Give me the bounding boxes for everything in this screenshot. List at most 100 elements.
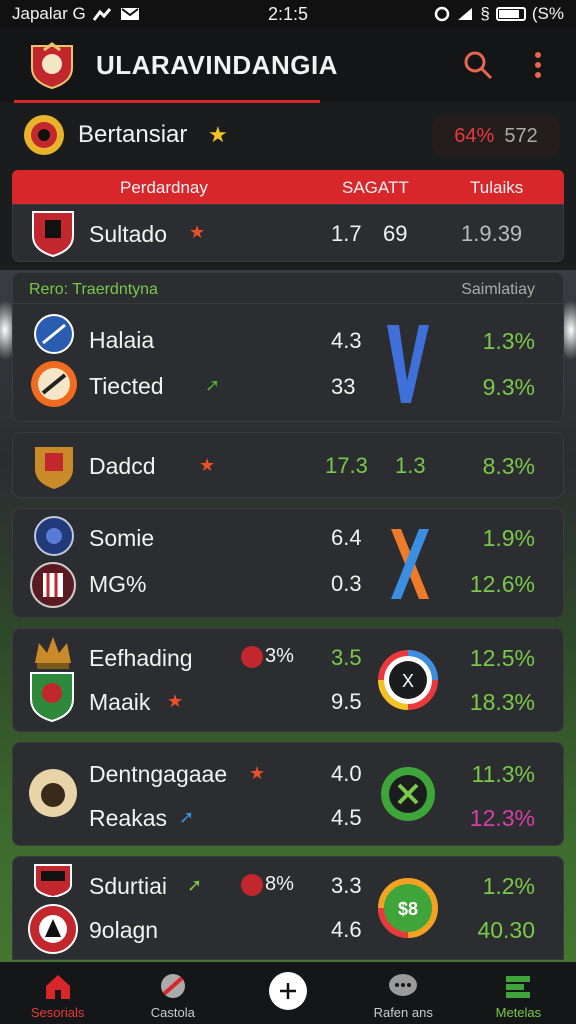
away-score: 33	[331, 374, 356, 399]
team-home-name: Eefhading	[89, 645, 193, 671]
fire-icon: ★	[189, 222, 206, 242]
match-card-4[interactable]: Eefhading Maaik ★ 3% 3.5 9.5 X 12.5% 18.…	[12, 628, 564, 732]
home-score: 3.5	[331, 645, 362, 670]
score-value-2: 69	[383, 221, 408, 246]
match-card-1[interactable]: Rero: Traerdntyna Saimlatiay Halaia Tiec…	[12, 272, 565, 422]
percent-badge: 8%	[241, 873, 294, 896]
trend-icon: ➚	[205, 375, 221, 395]
chat-icon	[389, 974, 418, 996]
score-value-2: 1.3	[395, 453, 426, 478]
percent-badge: 3%	[241, 645, 294, 668]
trend-icon: ➚	[187, 875, 203, 895]
search-button[interactable]	[458, 45, 498, 85]
more-vertical-icon	[535, 52, 541, 78]
fire-icon: ★	[199, 455, 216, 475]
away-percent: 12.6%	[469, 571, 535, 597]
home-percent: 11.3%	[471, 761, 535, 787]
team-crest-flag-icon	[34, 864, 72, 897]
tab-home[interactable]: Sesorials	[0, 962, 115, 1024]
tab-matches[interactable]: Castola	[115, 962, 230, 1024]
away-percent: 40.30	[477, 917, 535, 943]
pill-count: 572	[504, 124, 538, 147]
pill-value: 64%	[454, 124, 495, 147]
versus-ring-green-icon	[381, 767, 435, 821]
match-card-3[interactable]: Somie MG% 6.4 0.3 1.9% 12.6%	[12, 508, 564, 618]
status-time: 2:1:5	[267, 3, 309, 24]
group-right-label: Saimlatiay	[461, 281, 535, 298]
club-crest-logo[interactable]	[26, 40, 78, 90]
team-badge-striped-icon	[30, 562, 76, 608]
versus-ring-gold-icon: $8	[378, 878, 438, 938]
versus-mark-icon	[387, 325, 429, 403]
team-badge-cream-icon	[29, 769, 77, 817]
odds-percent: 8.3%	[482, 453, 535, 479]
star-icon: ★	[208, 122, 228, 147]
battery-icon	[495, 7, 526, 21]
team-badge-navy-icon	[34, 516, 74, 556]
plus-icon	[280, 983, 296, 999]
section-title: Bertansiar	[78, 121, 188, 148]
tab-label: Castola	[150, 1005, 195, 1020]
team-badge-blue-icon	[34, 314, 74, 354]
versus-ring-label: X	[402, 671, 414, 691]
tab-stats[interactable]: Metelas	[461, 962, 576, 1024]
team-name: Sultado	[89, 221, 168, 247]
team-badge-red-icon	[28, 904, 78, 954]
more-menu-button[interactable]	[518, 45, 558, 85]
away-percent: 12.3%	[469, 805, 535, 831]
team-away-name: Tiected	[89, 373, 164, 399]
team-home-name: Somie	[89, 525, 155, 551]
score-value: 17.3	[325, 453, 368, 478]
tab-chat[interactable]: Rafen ans	[346, 962, 461, 1024]
team-away-name: MG%	[89, 571, 147, 597]
tab-add[interactable]	[230, 962, 345, 1024]
home-score: 3.3	[331, 873, 362, 898]
fire-icon: ★	[249, 763, 266, 783]
tab-label: Sesorials	[30, 1005, 85, 1020]
tab-label: Rafen ans	[373, 1005, 433, 1020]
away-score: 0.3	[331, 571, 362, 596]
percent-badge-value: 8%	[265, 873, 294, 895]
away-percent: 18.3%	[469, 689, 535, 715]
cross-mark-icon	[391, 529, 429, 599]
active-underline	[14, 100, 320, 103]
versus-ring-gold-label: $8	[398, 899, 418, 919]
home-percent: 1.9%	[482, 525, 535, 551]
team-shield-green-icon	[30, 672, 74, 723]
team-away-name: 9olagn	[89, 917, 159, 943]
odds-value: 1.9.39	[461, 221, 523, 246]
bottom-tab-bar: Sesorials Castola Rafen ans Metelas	[0, 962, 576, 1024]
away-percent: 9.3%	[482, 374, 535, 400]
team-crest-crown-icon	[35, 637, 71, 669]
home-score: 4.0	[331, 761, 362, 786]
home-score: 6.4	[331, 525, 362, 550]
search-icon	[464, 51, 493, 80]
team-badge-orange-icon	[31, 361, 77, 407]
column-header-name: Perdardnay	[120, 178, 208, 197]
status-bar: 2:1:5 Japalar G § (S%	[0, 0, 576, 28]
score-value: 1.7	[331, 221, 362, 246]
away-score: 4.5	[331, 805, 362, 830]
column-header-odds: Tulaiks	[470, 178, 524, 197]
percent-badge-value: 3%	[265, 645, 294, 667]
ball-icon	[160, 974, 185, 998]
trend-icon: ➚	[179, 807, 195, 827]
team-name: Dadcd	[89, 453, 156, 479]
team-away-name: Reakas	[89, 805, 167, 831]
app-title: ULARAVINDANGIA	[96, 50, 338, 80]
match-card-5[interactable]: Dentngagaae ★ Reakas ➚ 4.0 4.5 11.3% 12.…	[12, 742, 564, 846]
home-score: 4.3	[331, 328, 362, 353]
featured-row[interactable]: Sultado ★ 1.7 69 1.9.39	[12, 204, 564, 262]
home-percent: 12.5%	[469, 645, 535, 671]
home-icon	[45, 975, 70, 999]
section-header[interactable]: Bertansiar ★ 64% 572	[12, 108, 564, 164]
match-card-6[interactable]: Sdurtiai ➚ 9olagn 8% 3.3 4.6 $8 1.2% 40.…	[12, 856, 564, 960]
summary-pill[interactable]: 64% 572	[432, 114, 560, 158]
match-card-2[interactable]: Dadcd ★ 17.3 1.3 8.3%	[12, 432, 564, 498]
group-label: Rero: Traerdntyna	[29, 281, 158, 298]
table-header: Perdardnay SAGATT Tulaiks	[12, 170, 564, 204]
tab-label: Metelas	[495, 1005, 542, 1020]
team-home-name: Dentngagaae	[89, 761, 228, 787]
team-crest-icon	[32, 211, 74, 258]
team-home-name: Sdurtiai	[89, 873, 167, 899]
